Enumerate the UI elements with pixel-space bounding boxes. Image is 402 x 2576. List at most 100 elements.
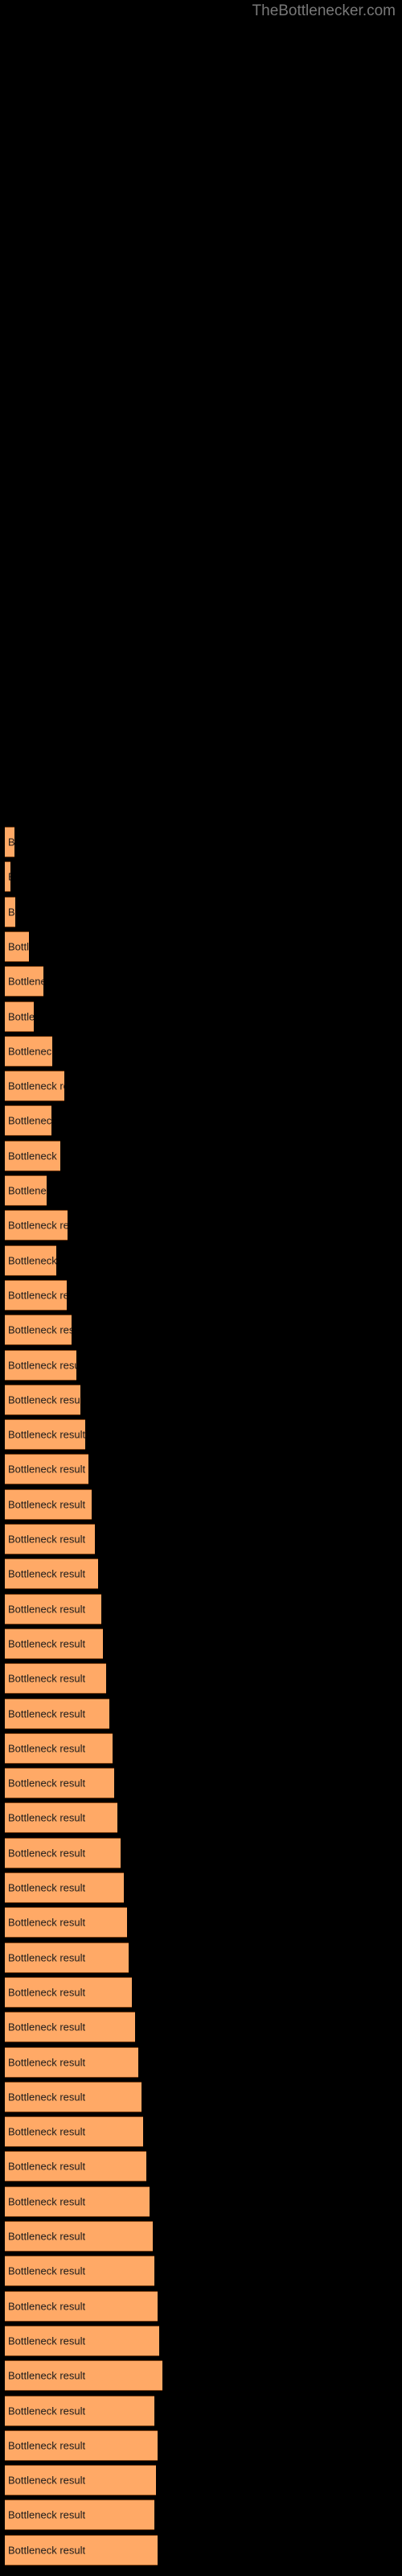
chart-bar[interactable]: Bottleneck result (5, 1488, 92, 1520)
chart-bar[interactable]: Bottleneck result (5, 2151, 146, 2182)
chart-bar[interactable]: Bottleneck result (5, 2395, 154, 2426)
bar-label: Bottleneck result (8, 871, 10, 883)
bar-label: Bottleneck result (8, 1463, 86, 1476)
bottleneck-bar-chart: Bottleneck result Bottleneck result Bottle… (0, 0, 402, 2576)
chart-bar[interactable]: Bottleneck result (5, 896, 15, 927)
chart-bar[interactable]: Bottleneck result (5, 1698, 109, 1729)
bar-label: Bottleneck result (8, 1777, 86, 1790)
bar-label: Bottleneck result (8, 2056, 86, 2068)
bar-label: Bottleneck result (8, 2264, 86, 2277)
bar-label: Bottleneck result (8, 1010, 34, 1022)
bar-label: Bottleneck result (8, 1672, 86, 1685)
bar-label: Bottleneck result (8, 2230, 86, 2243)
bar-label: Bottleneck result (8, 1323, 72, 1336)
chart-bar[interactable]: Bottleneck result (5, 1524, 95, 1554)
bar-label: Bottleneck result (8, 1428, 85, 1441)
chart-bar[interactable]: Bottleneck result (5, 1558, 98, 1590)
bar-label: Bottleneck result (8, 1393, 80, 1406)
chart-bar[interactable]: Bottleneck result (5, 966, 43, 997)
chart-bar[interactable]: Bottleneck result (5, 2116, 143, 2148)
chart-bar[interactable]: Bottleneck result (5, 1872, 124, 1903)
bar-label: Bottleneck result (8, 2474, 86, 2487)
chart-bar[interactable]: Bottleneck result (5, 2500, 154, 2531)
bar-label: Bottleneck result (8, 2334, 86, 2347)
chart-bar[interactable]: Bottleneck result (5, 1663, 106, 1695)
chart-bar[interactable]: Bottleneck result (5, 2081, 142, 2112)
chart-bar[interactable]: Bottleneck result (5, 2290, 158, 2322)
chart-bar[interactable]: Bottleneck result (5, 1035, 52, 1067)
chart-bar[interactable]: Bottleneck result (5, 931, 29, 962)
chart-bar[interactable]: Bottleneck result (5, 1976, 132, 2008)
chart-bar[interactable]: Bottleneck result (5, 1593, 101, 1624)
chart-bar[interactable]: Bottleneck result (5, 1349, 76, 1381)
bar-label: Bottleneck result (8, 2405, 86, 2417)
chart-bar[interactable]: Bottleneck result (5, 1419, 85, 1451)
bar-label: Bottleneck result (8, 2508, 86, 2521)
bar-label: Bottleneck result (8, 1114, 51, 1127)
chart-bar[interactable]: Bottleneck result (5, 1907, 127, 1938)
bar-label: Bottleneck result (8, 1847, 86, 1860)
bar-label: Bottleneck result (8, 1150, 60, 1162)
bar-label: Bottleneck result (8, 1254, 56, 1267)
chart-bar[interactable]: Bottleneck result (5, 2256, 154, 2287)
bar-label: Bottleneck result (8, 2091, 86, 2103)
bar-label: Bottleneck result (8, 1567, 86, 1580)
bar-label: Bottleneck result (8, 1184, 47, 1197)
chart-bar[interactable]: Bottleneck result (5, 1001, 34, 1032)
chart-bar[interactable]: Bottleneck result (5, 1768, 114, 1799)
chart-bar[interactable]: Bottleneck result (5, 2012, 135, 2043)
chart-bar[interactable]: Bottleneck result (5, 1105, 51, 1137)
chart-bar[interactable]: Bottleneck result (5, 827, 14, 857)
chart-bar[interactable]: Bottleneck result (5, 1210, 68, 1241)
bar-label: Bottleneck result (8, 906, 15, 919)
bar-label: Bottleneck result (8, 975, 43, 988)
bar-label: Bottleneck result (8, 2160, 86, 2173)
bar-label: Bottleneck result (8, 1080, 64, 1092)
bar-label: Bottleneck result (8, 1289, 67, 1302)
chart-bar[interactable]: Bottleneck result (5, 2221, 153, 2252)
bar-label: Bottleneck result (8, 2439, 86, 2452)
bar-label: Bottleneck result (8, 2300, 86, 2313)
chart-bar[interactable]: Bottleneck result (5, 1279, 67, 1311)
chart-bar[interactable]: Bottleneck result (5, 2046, 138, 2078)
chart-bar[interactable]: Bottleneck result (5, 2465, 156, 2496)
chart-bar[interactable]: Bottleneck result (5, 2325, 159, 2356)
bar-label: Bottleneck result (8, 1498, 86, 1511)
chart-bar[interactable]: Bottleneck result (5, 1837, 121, 1868)
bar-label: Bottleneck result (8, 2021, 86, 2033)
bar-label: Bottleneck result (8, 2544, 86, 2557)
bar-label: Bottleneck result (8, 2125, 86, 2138)
chart-bar[interactable]: Bottleneck result (5, 1140, 60, 1171)
chart-bar[interactable]: Bottleneck result (5, 1315, 72, 1346)
chart-bar[interactable]: Bottleneck result (5, 2360, 162, 2392)
chart-bar[interactable]: Bottleneck result (5, 2534, 158, 2566)
bar-label: Bottleneck result (8, 2369, 86, 2382)
chart-bar[interactable]: Bottleneck result (5, 1628, 103, 1659)
bar-label: Bottleneck result (8, 1881, 86, 1894)
chart-bar[interactable]: Bottleneck result (5, 861, 10, 893)
chart-bar[interactable]: Bottleneck result (5, 2429, 158, 2461)
chart-bar[interactable]: Bottleneck result (5, 1454, 88, 1485)
chart-bar[interactable]: Bottleneck result (5, 1942, 129, 1973)
bar-label: Bottleneck result (8, 1951, 86, 1964)
bar-label: Bottleneck result (8, 1707, 86, 1719)
chart-bar[interactable]: Bottleneck result (5, 1802, 117, 1834)
chart-bar[interactable]: Bottleneck result (5, 1732, 113, 1764)
bar-label: Bottleneck result (8, 1533, 86, 1546)
bar-label: Bottleneck result (8, 2195, 86, 2208)
chart-bar[interactable]: Bottleneck result (5, 1384, 80, 1415)
bar-label: Bottleneck result (8, 1811, 86, 1824)
bar-label: Bottleneck result (8, 1916, 86, 1929)
bar-label: Bottleneck result (8, 1742, 86, 1755)
bar-label: Bottleneck result (8, 1986, 86, 1999)
bar-label: Bottleneck result (8, 1045, 52, 1058)
chart-bar[interactable]: Bottleneck result (5, 2186, 150, 2217)
chart-bar[interactable]: Bottleneck result (5, 1071, 64, 1102)
bar-label: Bottleneck result (8, 1219, 68, 1232)
chart-bar[interactable]: Bottleneck result (5, 1175, 47, 1206)
bar-label: Bottleneck result (8, 940, 29, 953)
bar-label: Bottleneck result (8, 1637, 86, 1650)
bar-label: Bottleneck result (8, 1359, 76, 1371)
bar-label: Bottleneck result (8, 836, 14, 848)
chart-bar[interactable]: Bottleneck result (5, 1245, 56, 1276)
